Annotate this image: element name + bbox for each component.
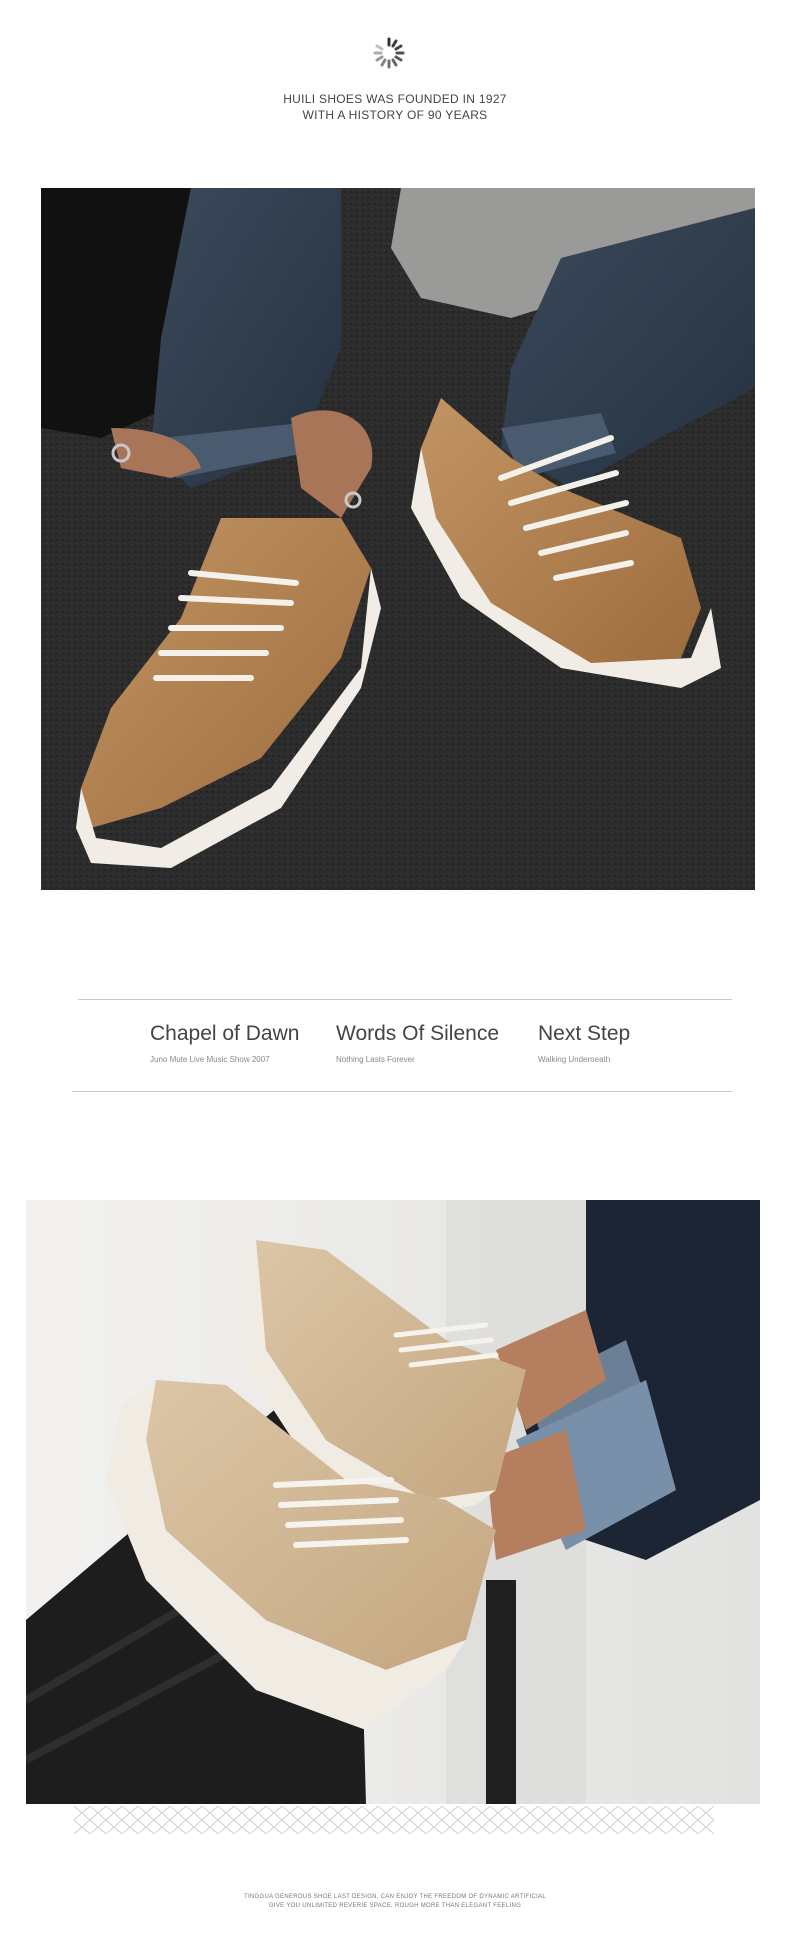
band-item-words-of-silence: Words Of Silence Nothing Lasts Forever bbox=[336, 1022, 499, 1064]
header: HUILI SHOES WAS FOUNDED IN 1927 WITH A H… bbox=[0, 0, 790, 180]
product-photo-asphalt bbox=[41, 188, 755, 890]
divider-rule-bottom bbox=[72, 1091, 732, 1092]
crosshatch-pattern-strip bbox=[74, 1806, 714, 1834]
brand-heritage-line-2: WITH A HISTORY OF 90 YEARS bbox=[302, 108, 488, 122]
band-item-title: Next Step bbox=[538, 1022, 631, 1045]
band-item-subtitle: Juno Mute Live Music Show 2007 bbox=[150, 1055, 270, 1064]
band-item-title: Chapel of Dawn bbox=[150, 1022, 300, 1045]
band-item-chapel-of-dawn: Chapel of Dawn Juno Mute Live Music Show… bbox=[150, 1022, 299, 1064]
band-item-subtitle: Nothing Lasts Forever bbox=[336, 1055, 415, 1064]
band-item-next-step: Next Step Walking Underneath bbox=[538, 1022, 630, 1064]
footer-tagline-2: GIVE YOU UNLIMITED REVERIE SPACE, ROUGH … bbox=[268, 1903, 522, 1909]
loading-spinner-icon bbox=[373, 37, 405, 69]
band-item-subtitle: Walking Underneath bbox=[538, 1055, 611, 1064]
divider-rule-top bbox=[78, 999, 732, 1000]
brand-heritage-line-1: HUILI SHOES WAS FOUNDED IN 1927 bbox=[283, 92, 507, 106]
footer-tagline-1: TINGGUA GENEROUS SHOE LAST DESIGN, CAN E… bbox=[243, 1894, 546, 1900]
product-photo-bench bbox=[26, 1200, 760, 1804]
band-item-title: Words Of Silence bbox=[336, 1022, 500, 1045]
